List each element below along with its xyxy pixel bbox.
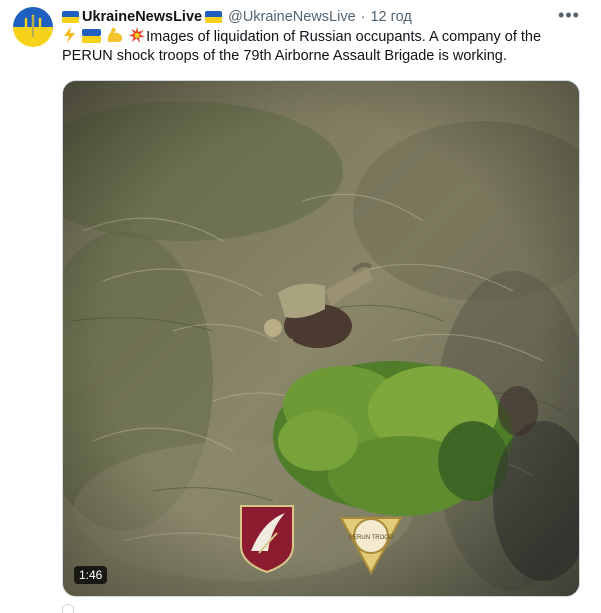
lightning-icon — [64, 27, 75, 43]
ukraine-flag-icon — [205, 11, 223, 23]
tweet-header: UkraineNewsLive @UkraineNewsLive · 12 го… — [62, 7, 412, 27]
more-icon: ••• — [558, 4, 580, 25]
flexed-biceps-icon — [107, 27, 123, 42]
author-handle[interactable]: @UkraineNewsLive — [228, 9, 356, 25]
perun-emblem-text: PERUN TROOP — [349, 535, 393, 541]
author-avatar[interactable] — [13, 7, 53, 47]
author-name[interactable]: UkraineNewsLive — [82, 9, 202, 25]
tweet-text: Images of liquidation of Russian occupan… — [62, 27, 567, 66]
tweet-timestamp[interactable]: 12 год — [370, 9, 411, 25]
video-player[interactable]: PERUN TROOP 1:46 — [62, 80, 580, 597]
ukraine-flag-icon — [62, 11, 79, 23]
separator-dot: · — [360, 9, 366, 25]
trident-icon — [24, 14, 42, 39]
ukraine-flag-icon — [82, 29, 102, 43]
brigade-emblem-left — [240, 505, 294, 574]
video-duration-badge: 1:46 — [74, 566, 108, 584]
tweet: UkraineNewsLive @UkraineNewsLive · 12 го… — [0, 0, 601, 613]
video-frame: PERUN TROOP — [63, 81, 579, 596]
collision-icon — [129, 27, 146, 43]
more-options-button[interactable]: ••• — [557, 5, 581, 25]
